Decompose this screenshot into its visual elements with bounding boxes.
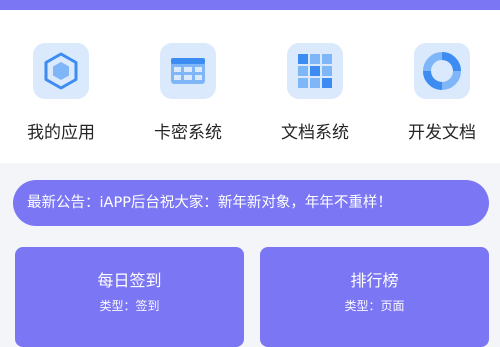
leaderboard-card[interactable]: 排行榜 类型：页面 bbox=[260, 247, 489, 347]
menu-item-dev-docs[interactable]: 开发文档 bbox=[382, 43, 500, 148]
top-accent-bar bbox=[0, 0, 500, 10]
card-title: 每日签到 bbox=[97, 271, 162, 290]
announcement-text: 最新公告：iAPP后台祝大家：新年新对象，年年不重样！ bbox=[27, 195, 392, 211]
menu-item-my-apps[interactable]: 我的应用 bbox=[1, 43, 121, 148]
menu-label: 我的应用 bbox=[27, 123, 95, 143]
menu-item-card-system[interactable]: 卡密系统 bbox=[128, 43, 248, 148]
card-title: 排行榜 bbox=[350, 271, 399, 290]
menu-item-document-system[interactable]: 文档系统 bbox=[255, 43, 375, 148]
pie-chart-icon bbox=[414, 43, 470, 99]
menu-label: 卡密系统 bbox=[154, 123, 222, 143]
card-subtitle: 类型：页面 bbox=[344, 299, 405, 313]
daily-checkin-card[interactable]: 每日签到 类型：签到 bbox=[15, 247, 244, 347]
hexagon-app-icon bbox=[33, 43, 89, 99]
announcement-bar[interactable]: 最新公告：iAPP后台祝大家：新年新对象，年年不重样！ bbox=[13, 180, 489, 226]
menu-label: 开发文档 bbox=[408, 123, 476, 143]
grid-document-icon bbox=[287, 43, 343, 99]
feature-menu-panel: 我的应用 卡密系统 文档系统 开发文档 bbox=[0, 10, 500, 163]
menu-label: 文档系统 bbox=[281, 123, 349, 143]
card-subtitle: 类型：签到 bbox=[99, 299, 160, 313]
card-table-icon bbox=[160, 43, 216, 99]
